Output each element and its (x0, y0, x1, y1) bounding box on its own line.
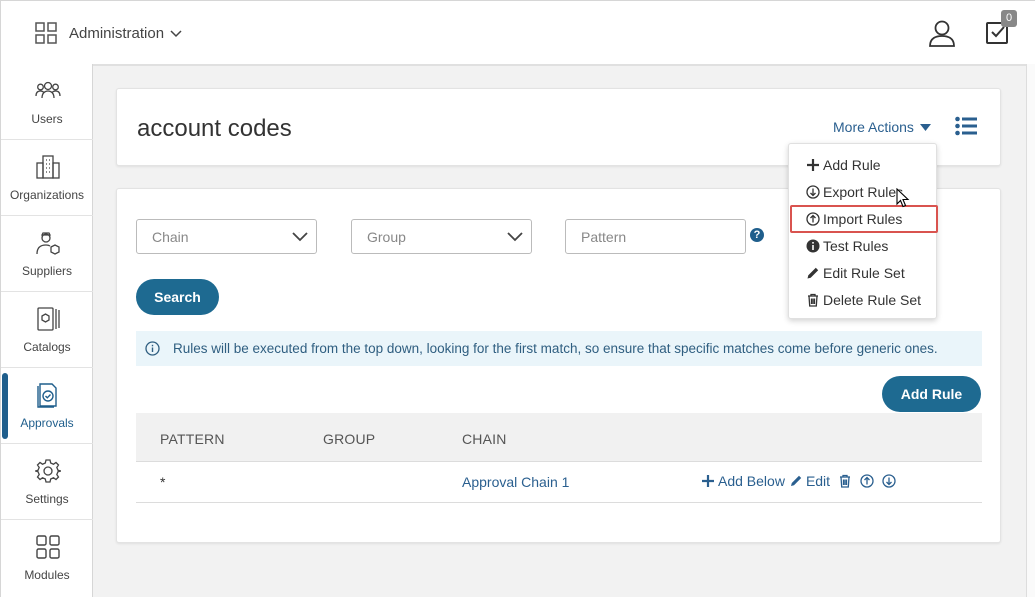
app-switcher[interactable]: Administration (69, 25, 182, 42)
menu-item-label: Add Rule (823, 157, 881, 173)
table-header: PATTERN GROUP CHAIN (136, 413, 982, 462)
cell-pattern: * (160, 474, 166, 490)
menu-item-label: Delete Rule Set (823, 292, 922, 308)
arrow-down-circle-icon (806, 185, 820, 199)
sidebar-item-organizations[interactable]: Organizations (1, 140, 93, 216)
sidebar: Users Organizations Suppliers Catalogs A… (0, 64, 93, 597)
sidebar-item-approvals[interactable]: Approvals (1, 368, 93, 444)
sidebar-item-settings[interactable]: Settings (1, 444, 93, 520)
column-header-group[interactable]: GROUP (323, 431, 375, 447)
cell-chain-link[interactable]: Approval Chain 1 (462, 474, 569, 490)
pattern-input[interactable]: Pattern (565, 219, 746, 254)
column-header-pattern[interactable]: PATTERN (160, 431, 225, 447)
arrow-down-circle-icon[interactable] (882, 474, 896, 488)
edit-label: Edit (805, 473, 831, 489)
sidebar-item-label: Modules (24, 568, 70, 582)
sidebar-item-label: Catalogs (23, 340, 71, 354)
menu-item-label: Edit Rule Set (823, 265, 905, 281)
sidebar-item-users[interactable]: Users (1, 64, 93, 140)
plus-icon (702, 475, 714, 487)
sidebar-item-label: Users (31, 112, 63, 126)
modules-icon (36, 535, 60, 559)
menu-item-test-rules[interactable]: Test Rules (806, 235, 888, 257)
catalogs-icon (37, 307, 60, 331)
mouse-cursor-icon (896, 188, 910, 208)
column-header-chain[interactable]: CHAIN (462, 431, 507, 447)
user-icon[interactable] (927, 18, 957, 48)
more-actions-menu: Add Rule Export Rules Import Rules Test … (788, 143, 937, 319)
menu-item-label: Export Rules (823, 184, 904, 200)
help-icon[interactable]: ? (750, 228, 764, 242)
arrow-up-circle-icon (806, 212, 820, 226)
list-view-icon[interactable] (955, 116, 977, 136)
chevron-down-icon (170, 29, 182, 37)
add-rule-button[interactable]: Add Rule (882, 376, 981, 412)
menu-item-label: Import Rules (823, 211, 903, 227)
sidebar-item-suppliers[interactable]: Suppliers (1, 216, 93, 292)
page-title: account codes (137, 115, 292, 142)
table-row: * Approval Chain 1 Add Below Edit (136, 462, 982, 503)
menu-item-export-rules[interactable]: Export Rules (806, 181, 903, 203)
sidebar-item-label: Approvals (20, 416, 74, 430)
pattern-input-placeholder: Pattern (581, 229, 627, 245)
chain-select[interactable]: Chain (136, 219, 317, 254)
caret-down-icon (919, 123, 931, 131)
arrow-up-circle-icon[interactable] (860, 474, 874, 488)
tasks-count-badge: 0 (1001, 10, 1017, 27)
top-bar: Administration 0 (0, 0, 1035, 64)
more-actions-label: More Actions (833, 119, 914, 135)
menu-item-add-rule[interactable]: Add Rule (806, 154, 881, 176)
trash-icon (808, 293, 818, 307)
sidebar-item-label: Settings (25, 492, 69, 506)
info-message-bar: Rules will be executed from the top down… (136, 331, 982, 366)
chevron-down-icon (507, 232, 523, 242)
plus-icon (807, 159, 819, 171)
group-select-placeholder: Group (367, 229, 406, 245)
group-select[interactable]: Group (351, 219, 532, 254)
sidebar-item-label: Suppliers (21, 264, 73, 278)
menu-item-edit-rule-set[interactable]: Edit Rule Set (806, 262, 905, 284)
edit-button[interactable]: Edit (789, 473, 830, 489)
menu-item-label: Test Rules (823, 238, 889, 254)
menu-item-import-rules[interactable]: Import Rules (806, 208, 902, 230)
chevron-down-icon (292, 232, 308, 242)
app-grid-icon[interactable] (35, 22, 57, 44)
row-actions: Add Below Edit (701, 473, 896, 489)
suppliers-icon (36, 232, 60, 255)
menu-item-delete-rule-set[interactable]: Delete Rule Set (806, 289, 921, 311)
add-below-label: Add Below (718, 473, 785, 489)
approvals-icon (37, 383, 57, 408)
users-icon (35, 81, 61, 99)
chain-select-placeholder: Chain (152, 229, 189, 245)
app-title: Administration (69, 25, 165, 42)
sidebar-item-label: Organizations (9, 188, 85, 202)
vertical-scrollbar[interactable] (1026, 64, 1035, 597)
add-below-button[interactable]: Add Below (701, 473, 785, 489)
more-actions-button[interactable]: More Actions (833, 119, 931, 135)
search-button[interactable]: Search (136, 279, 219, 315)
info-circle-icon (806, 239, 820, 253)
sidebar-item-catalogs[interactable]: Catalogs (1, 292, 93, 368)
pencil-icon (807, 267, 819, 279)
organizations-icon (36, 155, 60, 179)
pencil-icon (790, 475, 802, 486)
info-message-text: Rules will be executed from the top down… (173, 341, 938, 356)
trash-icon[interactable] (838, 474, 852, 488)
info-icon (145, 341, 160, 356)
sidebar-item-modules[interactable]: Modules (1, 520, 93, 596)
gear-icon (35, 459, 61, 483)
